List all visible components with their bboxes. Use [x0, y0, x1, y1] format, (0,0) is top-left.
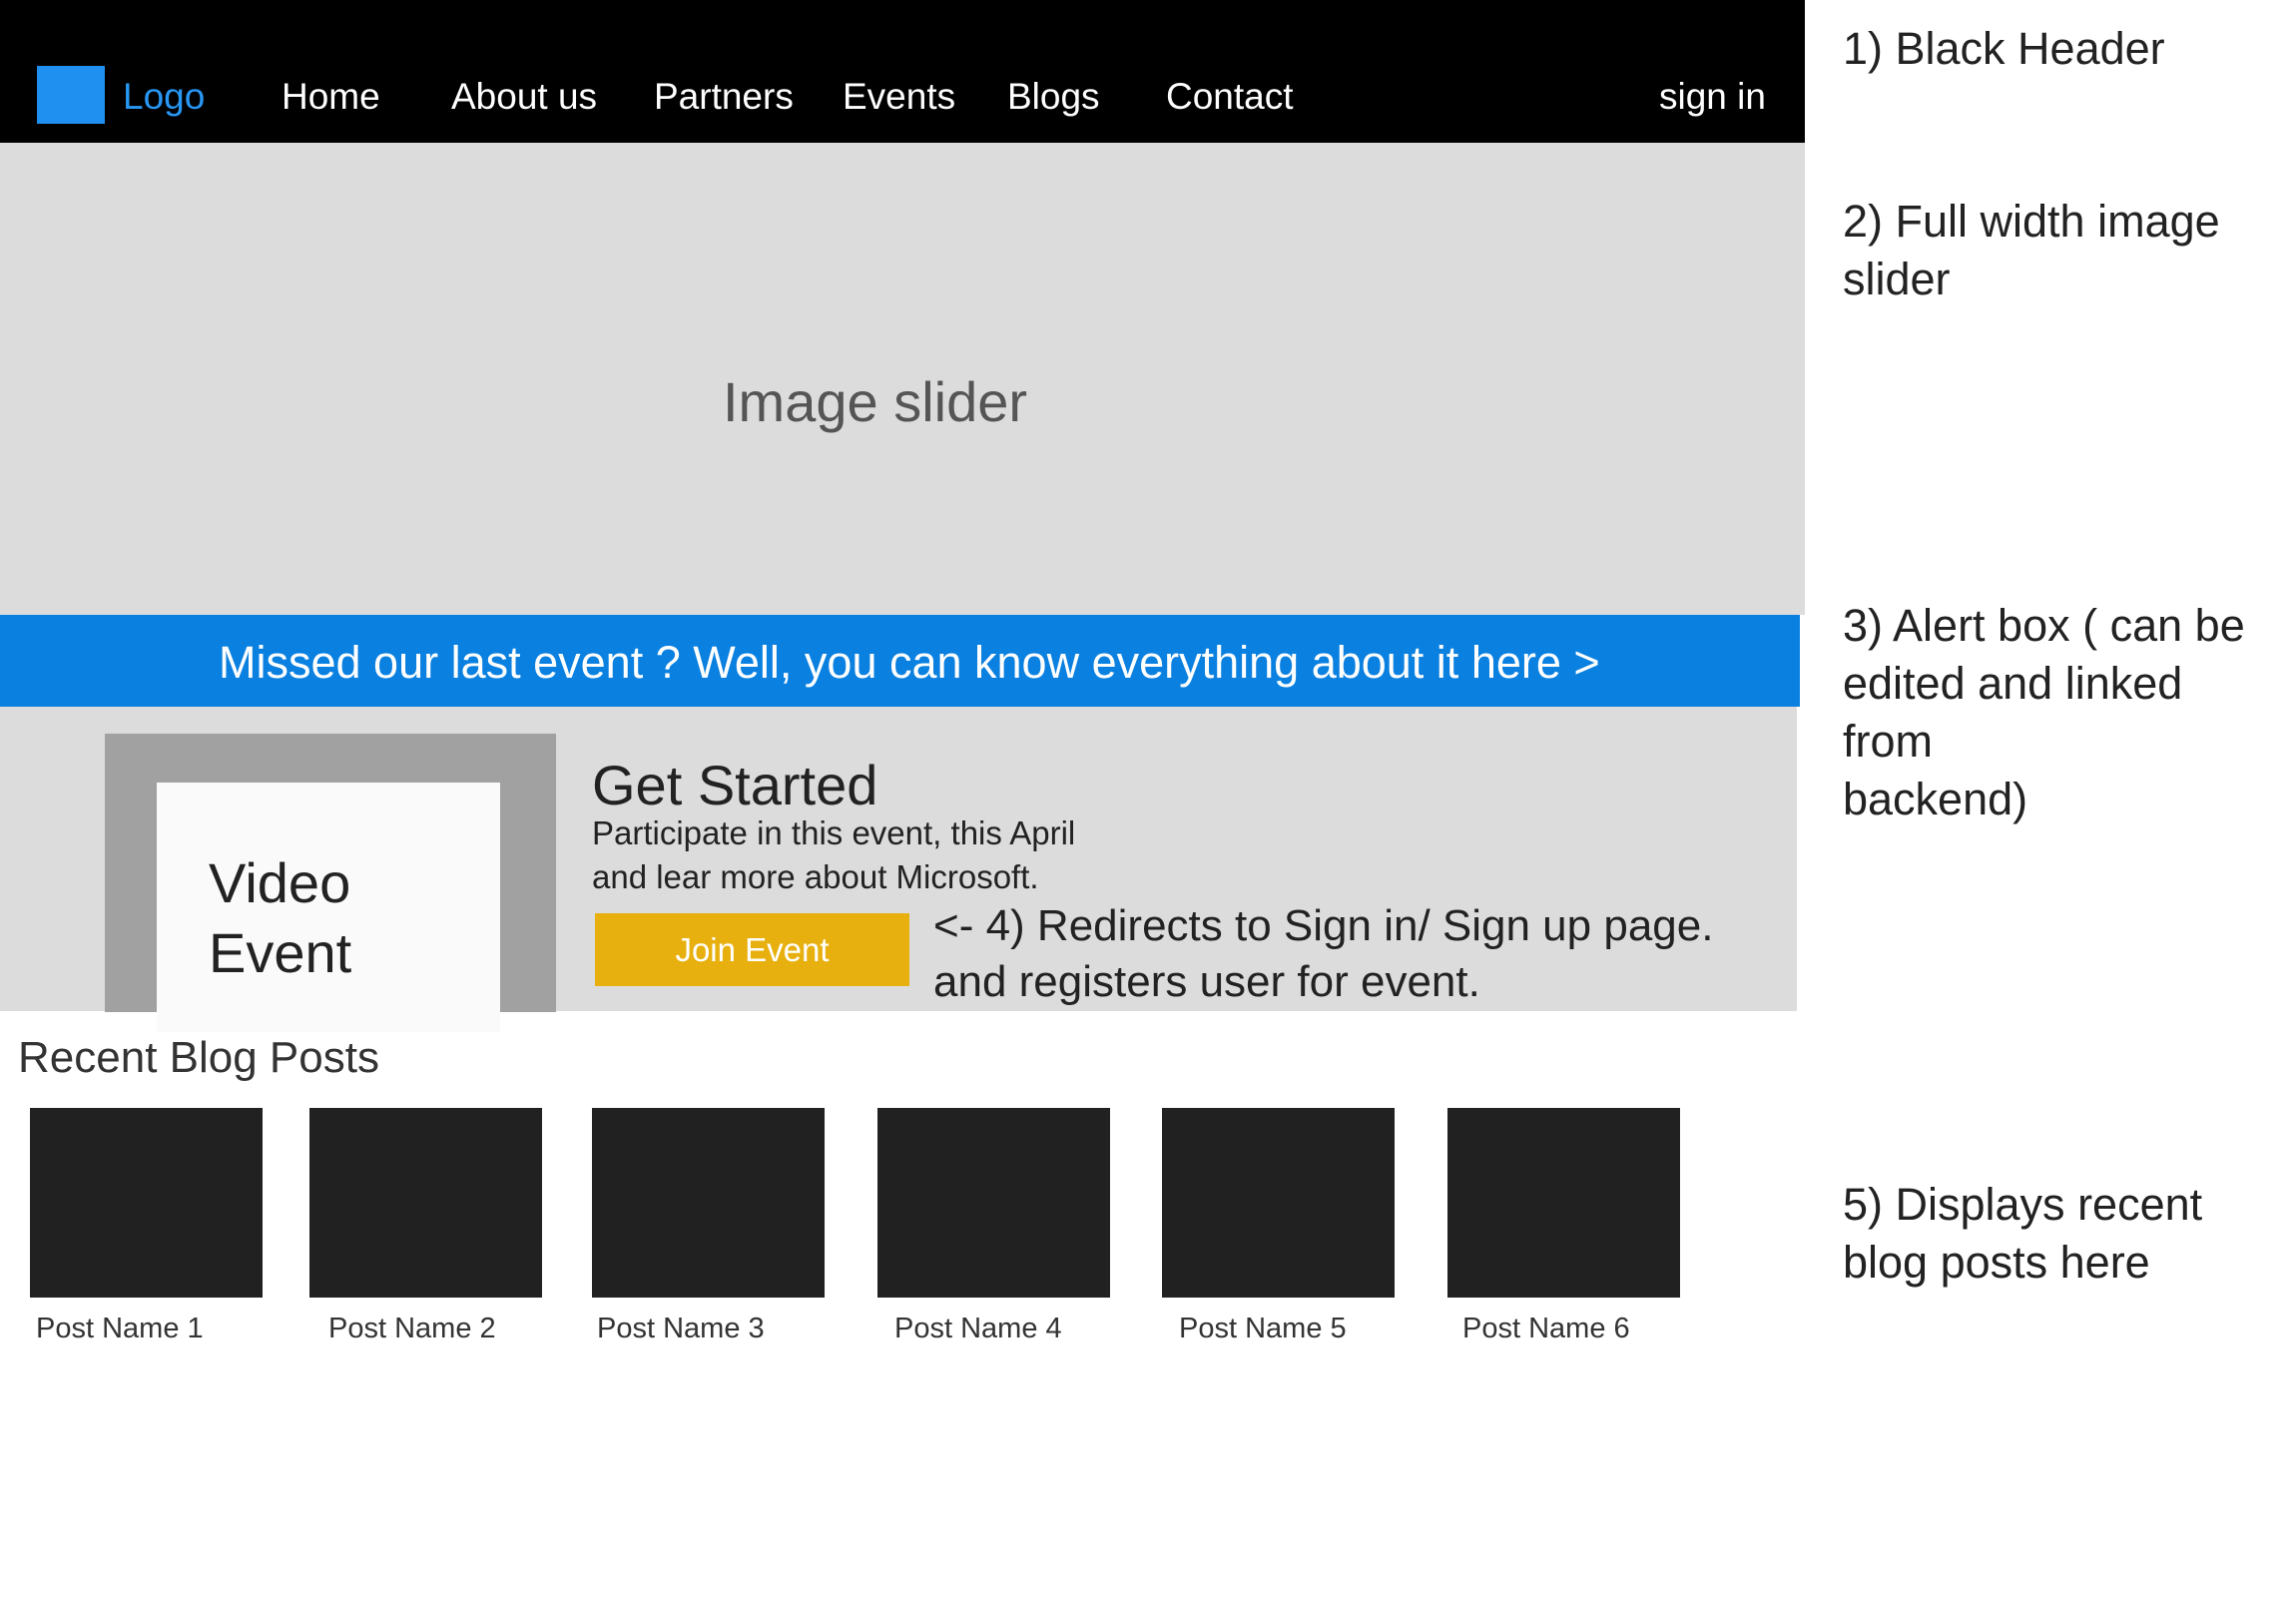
- nav-partners[interactable]: Partners: [654, 74, 794, 120]
- sign-in-link[interactable]: sign in: [1659, 74, 1766, 120]
- annotation-blog-line1: 5) Displays recent: [1843, 1179, 2203, 1230]
- site-header: Logo Home About us Partners Events Blogs…: [0, 0, 1805, 143]
- annotation-alert-line2: edited and linked from: [1843, 658, 2183, 767]
- video-label-line2: Event: [209, 921, 352, 984]
- post-name[interactable]: Post Name 6: [1462, 1310, 1687, 1347]
- video-event-label: Video Event: [209, 848, 351, 988]
- post-thumbnail[interactable]: [1447, 1108, 1680, 1298]
- recent-blog-posts-heading: Recent Blog Posts: [18, 1033, 379, 1082]
- annotation-slider-line1: 2) Full width image: [1843, 196, 2220, 247]
- post-thumbnail[interactable]: [592, 1108, 825, 1298]
- blog-post-card[interactable]: Post Name 2: [309, 1108, 549, 1347]
- page: Logo Home About us Partners Events Blogs…: [0, 0, 2296, 1597]
- nav-home[interactable]: Home: [282, 74, 380, 120]
- post-thumbnail[interactable]: [309, 1108, 542, 1298]
- join-event-button[interactable]: Join Event: [595, 913, 909, 986]
- description-line2: and lear more about Microsoft.: [592, 858, 1039, 895]
- note-line1: <- 4) Redirects to Sign in/ Sign up page…: [933, 901, 1714, 950]
- video-event-card[interactable]: Video Event: [157, 783, 500, 1032]
- slider-label: Image slider: [723, 370, 1028, 433]
- blog-post-card[interactable]: Post Name 1: [30, 1108, 270, 1347]
- join-event-note: <- 4) Redirects to Sign in/ Sign up page…: [933, 898, 1713, 1010]
- nav-contact[interactable]: Contact: [1166, 74, 1294, 120]
- annotation-blog: 5) Displays recent blog posts here: [1843, 1176, 2282, 1292]
- post-thumbnail[interactable]: [1162, 1108, 1395, 1298]
- video-label-line1: Video: [209, 851, 351, 914]
- annotation-alert-line3: backend): [1843, 774, 2028, 824]
- post-thumbnail[interactable]: [877, 1108, 1110, 1298]
- blog-post-card[interactable]: Post Name 5: [1162, 1108, 1402, 1347]
- post-name[interactable]: Post Name 1: [36, 1310, 270, 1347]
- logo-label[interactable]: Logo: [123, 74, 205, 120]
- nav-about-us[interactable]: About us: [451, 74, 597, 120]
- note-line2: and registers user for event.: [933, 957, 1480, 1006]
- get-started-description: Participate in this event, this April an…: [592, 811, 1131, 899]
- post-thumbnail[interactable]: [30, 1108, 263, 1298]
- nav-blogs[interactable]: Blogs: [1007, 74, 1100, 120]
- post-name[interactable]: Post Name 2: [328, 1310, 549, 1347]
- annotation-alert-line1: 3) Alert box ( can be: [1843, 600, 2245, 651]
- blog-post-card[interactable]: Post Name 4: [877, 1108, 1117, 1347]
- video-frame: Video Event: [105, 734, 556, 1032]
- post-name[interactable]: Post Name 3: [597, 1310, 832, 1347]
- description-line1: Participate in this event, this April: [592, 814, 1076, 851]
- annotation-blog-line2: blog posts here: [1843, 1237, 2150, 1288]
- post-name[interactable]: Post Name 4: [894, 1310, 1117, 1347]
- get-started-title: Get Started: [592, 754, 878, 816]
- annotation-slider-line2: slider: [1843, 254, 1951, 304]
- get-started-section: Video Event Get Started Participate in t…: [0, 707, 1797, 1032]
- post-name[interactable]: Post Name 5: [1179, 1310, 1402, 1347]
- alert-text[interactable]: Missed our last event ? Well, you can kn…: [219, 635, 1600, 691]
- blog-post-card[interactable]: Post Name 6: [1447, 1108, 1687, 1347]
- annotation-header: 1) Black Header: [1843, 23, 2165, 74]
- nav-events[interactable]: Events: [843, 74, 955, 120]
- annotation-alert: 3) Alert box ( can be edited and linked …: [1843, 597, 2282, 828]
- logo-icon[interactable]: [37, 66, 105, 124]
- image-slider[interactable]: Image slider: [0, 143, 1805, 615]
- alert-bar[interactable]: Missed our last event ? Well, you can kn…: [0, 615, 1800, 707]
- annotation-slider: 2) Full width image slider: [1843, 193, 2282, 308]
- blog-post-card[interactable]: Post Name 3: [592, 1108, 832, 1347]
